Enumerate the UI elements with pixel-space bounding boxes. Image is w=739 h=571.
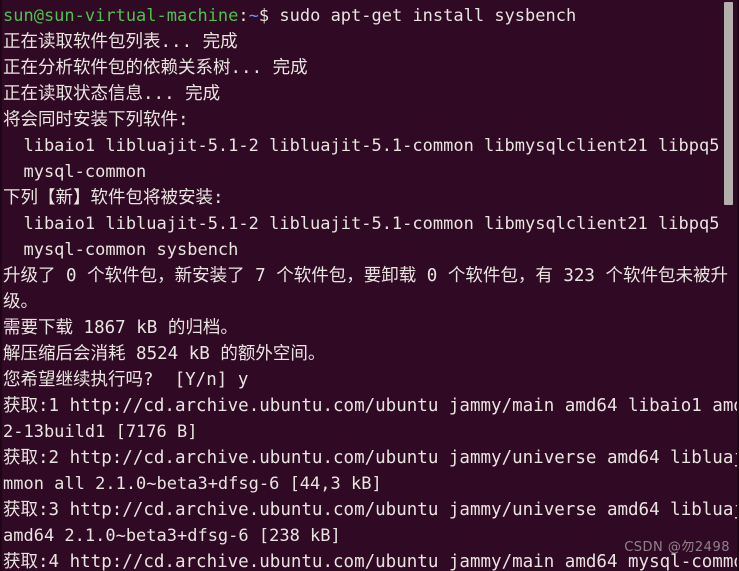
- prompt-command: sudo apt-get install sysbench: [269, 6, 577, 26]
- prompt-path: ~: [248, 6, 259, 26]
- scrollbar-thumb[interactable]: [724, 2, 733, 205]
- line-get-1a: 获取:1 http://cd.archive.ubuntu.com/ubuntu…: [3, 396, 739, 416]
- line-get-3b: amd64 2.1.0~beta3+dfsg-6 [238 kB]: [3, 526, 341, 546]
- prompt-user-host: sun@sun-virtual-machine: [3, 6, 239, 26]
- prompt-sigil: $: [258, 6, 270, 26]
- line-continue-prompt: 您希望继续执行吗? [Y/n] y: [3, 370, 249, 390]
- terminal-scrollbar[interactable]: [724, 0, 737, 571]
- line-new-packages-header: 下列【新】软件包将被安装:: [3, 188, 224, 208]
- line-building-dep-tree: 正在分析软件包的依赖关系树... 完成: [3, 58, 308, 78]
- line-also-installed-header: 将会同时安装下列软件:: [3, 110, 189, 130]
- terminal-output[interactable]: sun@sun-virtual-machine:~$ sudo apt-get …: [0, 3, 739, 571]
- line-get-1b: 2-13build1 [7176 B]: [3, 422, 198, 442]
- line-reading-package-lists: 正在读取软件包列表... 完成: [3, 32, 238, 52]
- line-also-installed-pkgs-1: libaio1 libluajit-5.1-2 libluajit-5.1-co…: [3, 136, 720, 156]
- line-get-3a: 获取:3 http://cd.archive.ubuntu.com/ubuntu…: [3, 500, 739, 520]
- terminal-window[interactable]: sun@sun-virtual-machine:~$ sudo apt-get …: [0, 0, 739, 571]
- line-also-installed-pkgs-2: mysql-common: [3, 162, 147, 182]
- line-new-packages-2: mysql-common sysbench: [3, 240, 239, 260]
- line-get-4a: 获取:4 http://cd.archive.ubuntu.com/ubuntu…: [3, 552, 739, 571]
- line-disk-usage: 解压缩后会消耗 8524 kB 的额外空间。: [3, 344, 326, 364]
- line-summary-2: 级。: [3, 292, 38, 312]
- line-get-2a: 获取:2 http://cd.archive.ubuntu.com/ubuntu…: [3, 448, 739, 468]
- prompt-colon: :: [238, 6, 249, 26]
- line-new-packages-1: libaio1 libluajit-5.1-2 libluajit-5.1-co…: [3, 214, 720, 234]
- terminal-prompt-line: sun@sun-virtual-machine:~$ sudo apt-get …: [0, 3, 739, 29]
- line-summary-1: 升级了 0 个软件包，新安装了 7 个软件包，要卸载 0 个软件包，有 323 …: [3, 266, 728, 286]
- line-download-size: 需要下载 1867 kB 的归档。: [3, 318, 238, 338]
- line-get-2b: mmon all 2.1.0~beta3+dfsg-6 [44,3 kB]: [3, 474, 382, 494]
- line-reading-state-info: 正在读取状态信息... 完成: [3, 84, 221, 104]
